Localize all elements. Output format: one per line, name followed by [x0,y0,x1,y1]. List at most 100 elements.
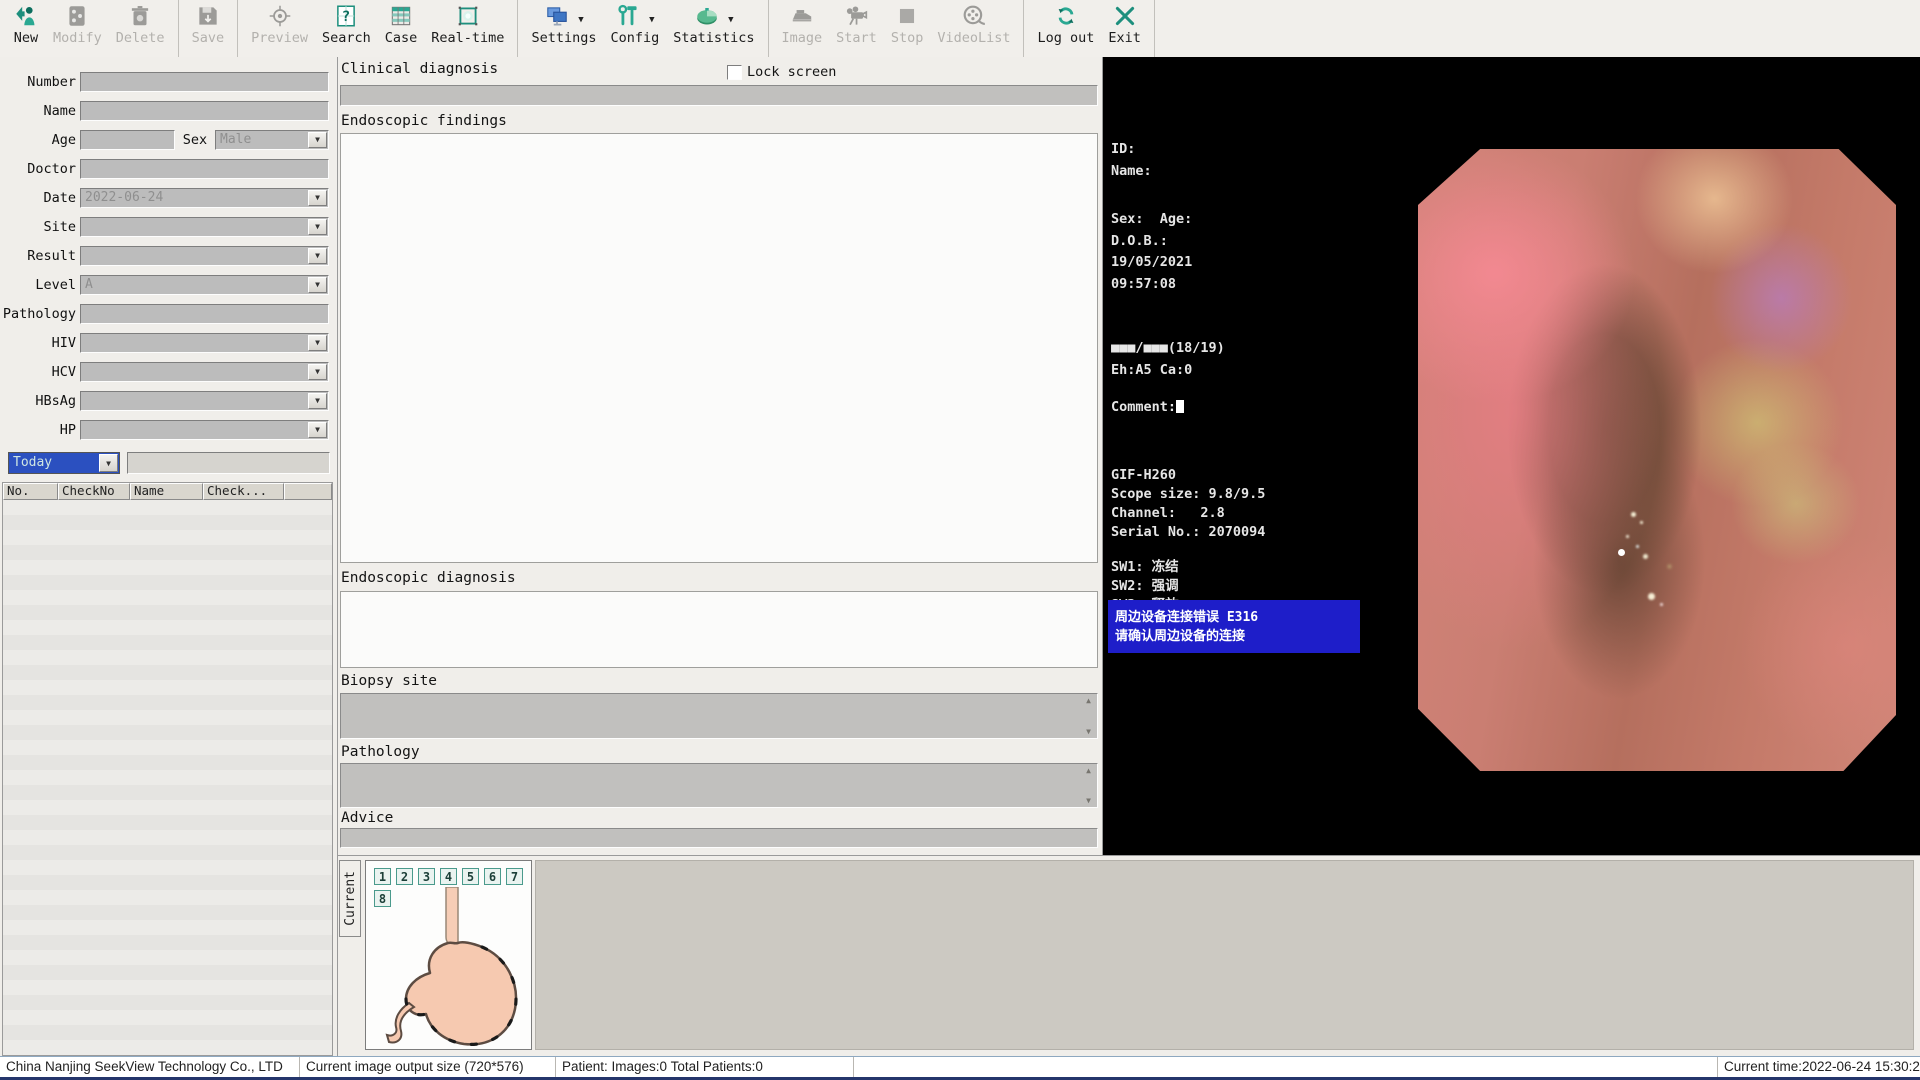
chevron-down-icon[interactable]: ▼ [308,132,327,148]
hbsag-field[interactable]: ▼ [80,391,329,411]
number-field[interactable] [80,72,329,92]
toolbar-button-search[interactable]: ?Search [315,0,378,57]
table-row[interactable] [3,1010,332,1025]
hcv-field[interactable]: ▼ [80,362,329,382]
chevron-down-icon[interactable]: ▼ [308,190,327,206]
chevron-down-icon[interactable]: ▼ [578,15,583,25]
table-row[interactable] [3,890,332,905]
patient-table-body[interactable] [3,500,332,1055]
table-row[interactable] [3,620,332,635]
chevron-down-icon[interactable]: ▼ [308,422,327,438]
site-number-3[interactable]: 3 [418,868,435,885]
table-row[interactable] [3,770,332,785]
date-filter-dropdown[interactable]: Today ▼ [8,452,120,474]
chevron-down-icon[interactable]: ▼ [308,248,327,264]
level-field[interactable]: A▼ [80,275,329,295]
scroll-up-icon[interactable]: ▲ [1086,766,1091,775]
table-row[interactable] [3,845,332,860]
table-row[interactable] [3,1025,332,1040]
scrollbar[interactable]: ▲▼ [1082,696,1095,736]
column-header-blank[interactable] [284,483,332,500]
scrollbar[interactable]: ▲▼ [1082,766,1095,805]
table-row[interactable] [3,695,332,710]
clinical-diagnosis-input[interactable] [340,85,1098,106]
sex-field[interactable]: Male▼ [215,130,329,150]
site-number-2[interactable]: 2 [396,868,413,885]
table-row[interactable] [3,935,332,950]
table-row[interactable] [3,605,332,620]
table-row[interactable] [3,545,332,560]
chevron-down-icon[interactable]: ▼ [649,15,654,25]
toolbar-button-new[interactable]: New [6,0,46,57]
endoscopic-diagnosis-textarea[interactable] [340,591,1098,668]
chevron-down-icon[interactable]: ▼ [728,15,733,25]
table-row[interactable] [3,860,332,875]
table-row[interactable] [3,965,332,980]
column-header-check[interactable]: Check... [203,483,284,500]
scroll-down-icon[interactable]: ▼ [1086,727,1091,736]
site-number-1[interactable]: 1 [374,868,391,885]
scroll-up-icon[interactable]: ▲ [1086,696,1091,705]
chevron-down-icon[interactable]: ▼ [308,219,327,235]
chevron-down-icon[interactable]: ▼ [308,277,327,293]
checkbox-icon[interactable] [727,65,742,80]
pathology-field[interactable] [80,304,329,324]
table-row[interactable] [3,980,332,995]
pathology-textarea[interactable]: ▲▼ [340,763,1098,808]
toolbar-button-realtime[interactable]: Real-time [424,0,511,57]
chevron-down-icon[interactable]: ▼ [308,364,327,380]
table-row[interactable] [3,785,332,800]
site-number-4[interactable]: 4 [440,868,457,885]
site-map-thumbnail[interactable]: 12345678 [365,860,532,1050]
table-row[interactable] [3,500,332,515]
table-row[interactable] [3,560,332,575]
column-header-name[interactable]: Name [130,483,203,500]
endoscopic-findings-textarea[interactable] [340,133,1098,563]
site-number-6[interactable]: 6 [484,868,501,885]
toolbar-button-logout[interactable]: Log out [1030,0,1101,57]
table-row[interactable] [3,575,332,590]
chevron-down-icon[interactable]: ▼ [99,454,118,472]
table-row[interactable] [3,635,332,650]
column-header-no[interactable]: No. [3,483,58,500]
table-row[interactable] [3,905,332,920]
table-row[interactable] [3,710,332,725]
column-header-checkno[interactable]: CheckNo [58,483,130,500]
name-field[interactable] [80,101,329,121]
tab-current[interactable]: Current [339,860,361,937]
advice-input[interactable] [340,828,1098,848]
toolbar-button-exit[interactable]: Exit [1101,0,1148,57]
table-row[interactable] [3,875,332,890]
toolbar-button-config[interactable]: ▼Config [603,0,666,57]
table-row[interactable] [3,665,332,680]
table-row[interactable] [3,725,332,740]
table-row[interactable] [3,995,332,1010]
hp-field[interactable]: ▼ [80,420,329,440]
table-row[interactable] [3,920,332,935]
chevron-down-icon[interactable]: ▼ [308,335,327,351]
table-row[interactable] [3,950,332,965]
table-row[interactable] [3,815,332,830]
table-row[interactable] [3,1040,332,1055]
result-field[interactable]: ▼ [80,246,329,266]
date-field[interactable]: 2022-06-24▼ [80,188,329,208]
scroll-down-icon[interactable]: ▼ [1086,796,1091,805]
site-field[interactable]: ▼ [80,217,329,237]
table-row[interactable] [3,530,332,545]
table-row[interactable] [3,740,332,755]
doctor-field[interactable] [80,159,329,179]
toolbar-button-statistics[interactable]: ▼Statistics [666,0,761,57]
biopsy-site-textarea[interactable]: ▲▼ [340,693,1098,739]
chevron-down-icon[interactable]: ▼ [308,393,327,409]
lock-screen-checkbox[interactable]: Lock screen [727,64,836,80]
table-row[interactable] [3,515,332,530]
toolbar-button-settings[interactable]: ▼Settings [524,0,603,57]
age-field[interactable] [80,130,175,150]
table-row[interactable] [3,755,332,770]
table-row[interactable] [3,590,332,605]
table-row[interactable] [3,800,332,815]
table-row[interactable] [3,830,332,845]
patient-search-input[interactable] [127,452,330,474]
site-number-7[interactable]: 7 [506,868,523,885]
table-row[interactable] [3,650,332,665]
